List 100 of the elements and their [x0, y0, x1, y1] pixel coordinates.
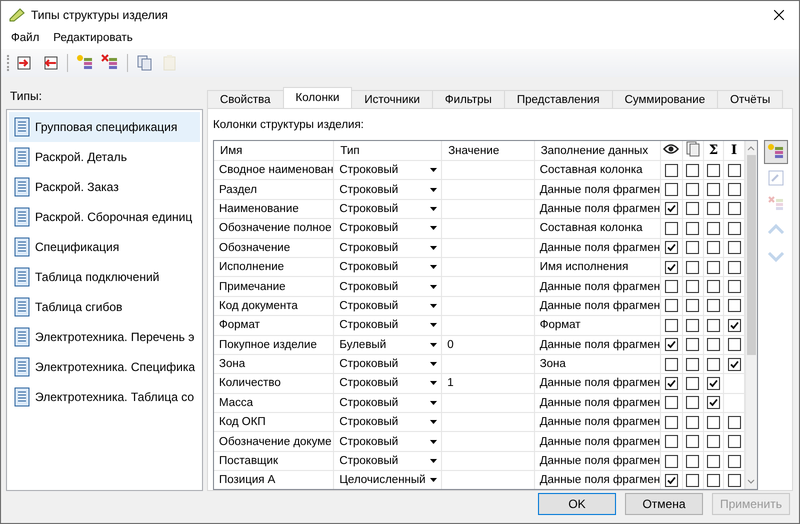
checkbox[interactable]: [686, 338, 700, 352]
type-dropdown[interactable]: Строковый: [339, 319, 441, 332]
checkbox[interactable]: [664, 241, 678, 254]
checkbox[interactable]: [728, 299, 741, 312]
dialog-button[interactable]: OK: [538, 493, 616, 515]
menu-item[interactable]: Редактировать: [47, 31, 139, 45]
checkbox[interactable]: [728, 338, 741, 352]
type-dropdown[interactable]: Строковый: [339, 416, 441, 428]
checkbox[interactable]: [706, 358, 720, 371]
checkbox[interactable]: [664, 260, 678, 274]
checkbox[interactable]: [686, 358, 700, 371]
checkbox[interactable]: [728, 222, 741, 235]
checkbox[interactable]: [728, 435, 741, 448]
checkbox[interactable]: [706, 474, 720, 487]
tab[interactable]: Суммирование: [612, 90, 718, 108]
checkbox[interactable]: [706, 280, 720, 294]
type-list-item[interactable]: Групповая спецификация: [9, 112, 200, 142]
type-list-item[interactable]: Спецификация: [9, 232, 200, 262]
tab[interactable]: Фильтры: [432, 90, 505, 108]
checkbox[interactable]: [664, 183, 678, 196]
checkbox[interactable]: [706, 338, 720, 352]
checkbox[interactable]: [686, 260, 700, 274]
type-dropdown[interactable]: Строковый: [339, 164, 441, 176]
scrollbar[interactable]: [744, 141, 757, 489]
type-list-item[interactable]: Таблица подключений: [9, 262, 200, 292]
checkbox[interactable]: [686, 474, 700, 487]
type-list-item[interactable]: Таблица сгибов: [9, 292, 200, 322]
type-dropdown[interactable]: Строковый: [339, 358, 441, 370]
checkbox[interactable]: [686, 164, 700, 177]
checkbox[interactable]: [706, 299, 720, 312]
checkbox[interactable]: [706, 454, 720, 468]
type-dropdown[interactable]: Булевый: [339, 338, 441, 351]
checkbox[interactable]: [728, 454, 741, 468]
checkbox[interactable]: [664, 396, 678, 410]
type-dropdown[interactable]: Строковый: [339, 202, 441, 215]
checkbox[interactable]: [728, 202, 741, 216]
checkbox[interactable]: [664, 416, 678, 429]
type-list-item[interactable]: Раскрой. Заказ: [9, 172, 200, 202]
checkbox[interactable]: [686, 376, 700, 390]
type-list-item[interactable]: Раскрой. Деталь: [9, 142, 200, 172]
type-list-item[interactable]: Электротехника. Перечень э: [9, 322, 200, 352]
checkbox[interactable]: [706, 260, 720, 274]
type-list-item[interactable]: Электротехника. Таблица со: [9, 382, 200, 412]
checkbox[interactable]: [706, 376, 720, 390]
checkbox[interactable]: [686, 280, 700, 294]
type-dropdown[interactable]: Строковый: [339, 242, 441, 254]
type-dropdown[interactable]: Строковый: [339, 436, 441, 448]
checkbox[interactable]: [686, 318, 700, 332]
type-dropdown[interactable]: Строковый: [339, 222, 441, 234]
type-dropdown[interactable]: Строковый: [339, 261, 441, 274]
checkbox[interactable]: [664, 164, 678, 177]
checkbox[interactable]: [728, 280, 741, 294]
type-dropdown[interactable]: Строковый: [339, 396, 441, 409]
checkbox[interactable]: [686, 454, 700, 468]
checkbox[interactable]: [686, 222, 700, 235]
type-dropdown[interactable]: Строковый: [339, 377, 441, 390]
checkbox[interactable]: [664, 318, 678, 332]
type-dropdown[interactable]: Строковый: [339, 300, 441, 312]
type-dropdown[interactable]: Строковый: [339, 455, 441, 468]
side-button[interactable]: [764, 140, 788, 164]
tab[interactable]: Представления: [504, 90, 613, 108]
checkbox[interactable]: [706, 396, 720, 410]
tab[interactable]: Колонки: [282, 87, 352, 108]
checkbox[interactable]: [728, 241, 741, 254]
checkbox[interactable]: [664, 338, 678, 352]
checkbox[interactable]: [706, 241, 720, 254]
checkbox[interactable]: [664, 435, 678, 448]
checkbox[interactable]: [706, 183, 720, 196]
checkbox[interactable]: [686, 396, 700, 410]
menu-item[interactable]: Файл: [5, 31, 46, 45]
checkbox[interactable]: [686, 183, 700, 196]
checkbox[interactable]: [728, 416, 741, 429]
dialog-button[interactable]: Отмена: [625, 493, 703, 515]
checkbox[interactable]: [728, 318, 741, 332]
checkbox[interactable]: [728, 260, 741, 274]
type-dropdown[interactable]: Целочисленный: [339, 474, 441, 486]
checkbox[interactable]: [728, 183, 741, 196]
checkbox[interactable]: [686, 416, 700, 429]
checkbox[interactable]: [664, 474, 678, 487]
checkbox[interactable]: [706, 435, 720, 448]
checkbox[interactable]: [664, 358, 678, 371]
checkbox[interactable]: [706, 222, 720, 235]
checkbox[interactable]: [728, 474, 741, 487]
tab[interactable]: Отчёты: [717, 90, 784, 108]
checkbox[interactable]: [706, 416, 720, 429]
checkbox[interactable]: [664, 454, 678, 468]
checkbox[interactable]: [686, 202, 700, 216]
checkbox[interactable]: [686, 241, 700, 254]
type-dropdown[interactable]: Строковый: [339, 184, 441, 196]
checkbox[interactable]: [706, 164, 720, 177]
checkbox[interactable]: [728, 164, 741, 177]
checkbox[interactable]: [686, 299, 700, 312]
type-list-item[interactable]: Раскрой. Сборочная единиц: [9, 202, 200, 232]
checkbox[interactable]: [706, 202, 720, 216]
checkbox[interactable]: [664, 299, 678, 312]
checkbox[interactable]: [664, 202, 678, 216]
checkbox[interactable]: [686, 435, 700, 448]
checkbox[interactable]: [706, 318, 720, 332]
type-list-item[interactable]: Электротехника. Специфика: [9, 352, 200, 382]
checkbox[interactable]: [664, 222, 678, 235]
